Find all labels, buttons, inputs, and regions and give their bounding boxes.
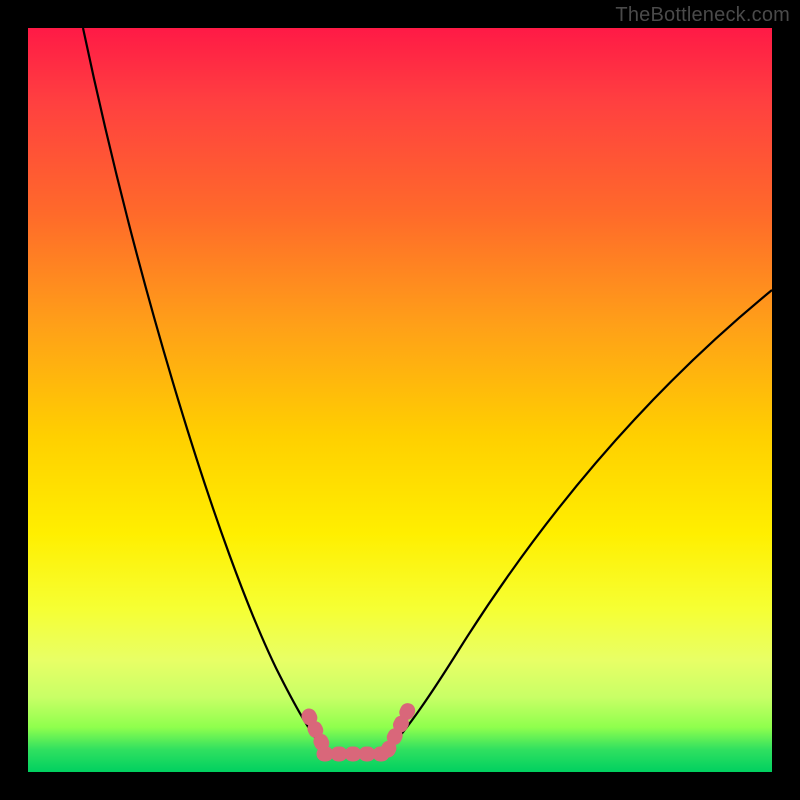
- chart-frame: TheBottleneck.com: [0, 0, 800, 800]
- curve-left-arm: [83, 28, 324, 750]
- watermark-text: TheBottleneck.com: [615, 4, 790, 27]
- trough-band-right: [388, 710, 408, 750]
- trough-band-left: [309, 716, 324, 748]
- plot-area: [28, 28, 772, 772]
- bottleneck-curve: [28, 28, 772, 772]
- curve-right-arm: [388, 290, 772, 750]
